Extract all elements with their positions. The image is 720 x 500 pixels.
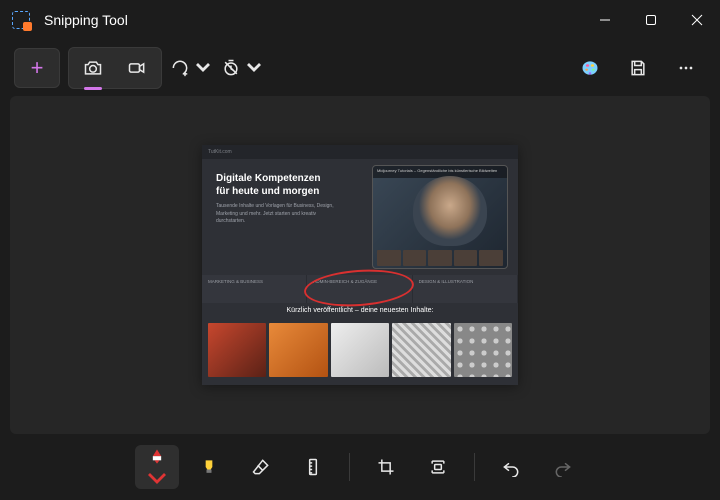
screenshot-hero-thumb: Midjourney Tutorials – Gegenständliche b… [372, 165, 508, 269]
annotation-circle [303, 266, 415, 310]
ruler-tool-button[interactable] [291, 445, 335, 489]
screenshot-tiles [208, 323, 512, 377]
chevron-down-icon [244, 58, 264, 78]
eraser-tool-button[interactable] [239, 445, 283, 489]
screenshot-subtext: Tausende Inhalte und Vorlagen für Busine… [216, 203, 346, 226]
crop-button[interactable] [364, 445, 408, 489]
separator [349, 453, 350, 481]
title-bar: Snipping Tool [0, 0, 720, 40]
screenshot-section-title: Kürzlich veröffentlicht – deine neuesten… [202, 307, 518, 314]
save-button[interactable] [618, 48, 658, 88]
pen-tool-button[interactable] [135, 445, 179, 489]
captured-screenshot: TutKit.com Digitale Kompetenzen für heut… [202, 145, 518, 385]
text-actions-button[interactable] [416, 445, 460, 489]
window-title: Snipping Tool [44, 12, 128, 28]
chevron-down-icon [147, 468, 167, 488]
close-button[interactable] [674, 0, 720, 40]
edit-in-paint-button[interactable] [570, 48, 610, 88]
top-toolbar: + [0, 40, 720, 96]
screenshot-site-brand: TutKit.com [202, 145, 518, 159]
chevron-down-icon [193, 58, 213, 78]
snapshot-mode-button[interactable] [71, 50, 115, 86]
record-mode-button[interactable] [115, 50, 159, 86]
highlighter-tool-button[interactable] [187, 445, 231, 489]
separator [474, 453, 475, 481]
minimize-button[interactable] [582, 0, 628, 40]
undo-button[interactable] [489, 445, 533, 489]
redo-button[interactable] [541, 445, 585, 489]
more-options-button[interactable] [666, 48, 706, 88]
window-controls [582, 0, 720, 40]
canvas-area[interactable]: TutKit.com Digitale Kompetenzen für heut… [10, 96, 710, 434]
snip-shape-button[interactable] [170, 48, 213, 88]
maximize-button[interactable] [628, 0, 674, 40]
snipping-tool-icon [12, 11, 30, 29]
delay-button[interactable] [221, 48, 264, 88]
mode-segment [68, 47, 162, 89]
new-snip-button[interactable]: + [14, 48, 60, 88]
bottom-toolbar [0, 434, 720, 500]
